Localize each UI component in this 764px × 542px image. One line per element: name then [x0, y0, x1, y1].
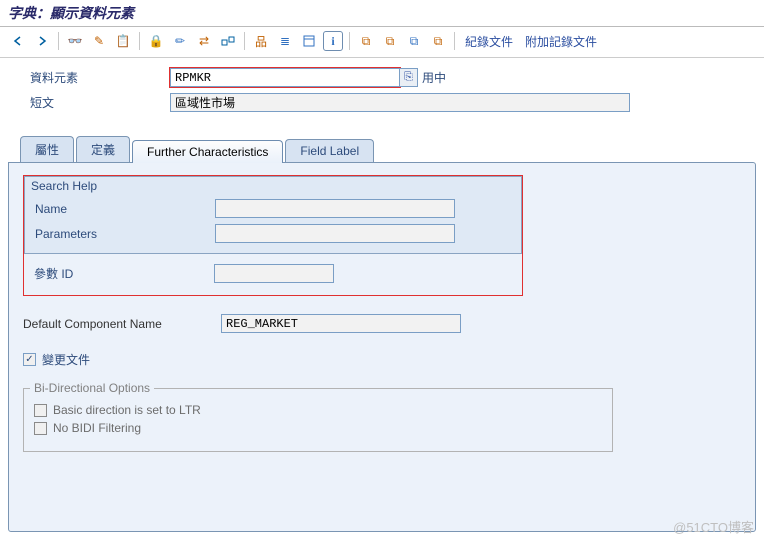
param-id-input[interactable]	[214, 264, 334, 283]
match-icon[interactable]	[218, 31, 238, 51]
forward-icon[interactable]	[32, 31, 52, 51]
short-text-label: 短文	[30, 94, 170, 111]
bidi-title: Bi-Directional Options	[30, 381, 154, 395]
tabstrip: 屬性 定義 Further Characteristics Field Labe…	[0, 122, 764, 162]
log-docs-link[interactable]: 紀錄文件	[461, 33, 517, 50]
separator	[244, 32, 245, 50]
separator	[349, 32, 350, 50]
pencil-icon[interactable]: ✏	[170, 31, 190, 51]
sh-name-label: Name	[35, 202, 215, 216]
stack-icon[interactable]: ≣	[275, 31, 295, 51]
header-form: 資料元素 ⎘ 用中 短文	[0, 58, 764, 122]
sh-param-label: Parameters	[35, 227, 215, 241]
tab-attributes[interactable]: 屬性	[20, 136, 74, 162]
default-comp-input[interactable]	[221, 314, 461, 333]
default-comp-label: Default Component Name	[23, 317, 221, 331]
glasses-icon[interactable]: 👓	[65, 31, 85, 51]
highlight-region: Search Help Name Parameters 參數 ID	[23, 175, 523, 296]
tab-body: Search Help Name Parameters 參數 ID Defaul…	[8, 162, 756, 532]
copy-icon[interactable]: ⧉	[356, 31, 376, 51]
back-icon[interactable]	[8, 31, 28, 51]
tab-definition[interactable]: 定義	[76, 136, 130, 162]
search-help-title: Search Help	[31, 179, 97, 193]
include-icon[interactable]: ⧉	[428, 31, 448, 51]
separator	[58, 32, 59, 50]
paste-icon[interactable]: ⧉	[380, 31, 400, 51]
tab-field-label[interactable]: Field Label	[285, 139, 374, 162]
lock-icon[interactable]: 🔒	[146, 31, 166, 51]
window-title: 字典：顯示資料元素	[0, 0, 764, 27]
bidi-filter-label: No BIDI Filtering	[53, 421, 141, 435]
sh-param-input[interactable]	[215, 224, 455, 243]
search-help-group: Search Help Name Parameters	[24, 176, 522, 254]
change-doc-row: ✓ 變更文件	[23, 351, 741, 368]
wand-icon[interactable]: ✎	[89, 31, 109, 51]
hierarchy-icon[interactable]: 品	[251, 31, 271, 51]
bidi-ltr-checkbox[interactable]	[34, 404, 47, 417]
param-id-row: 參數 ID	[24, 254, 522, 289]
bidi-filter-checkbox[interactable]	[34, 422, 47, 435]
data-element-input[interactable]	[170, 68, 400, 87]
separator	[139, 32, 140, 50]
status-text: 用中	[422, 69, 446, 86]
data-element-label: 資料元素	[30, 69, 170, 86]
info-icon[interactable]: i	[323, 31, 343, 51]
sh-name-input[interactable]	[215, 199, 455, 218]
add-log-docs-link[interactable]: 附加記錄文件	[521, 33, 601, 50]
clipboard-icon[interactable]: 📋	[113, 31, 133, 51]
activate-icon[interactable]: ⇄	[194, 31, 214, 51]
toolbar: 👓 ✎ 📋 🔒 ✏ ⇄ 品 ≣ i ⧉ ⧉ ⧉ ⧉ 紀錄文件 附加記錄文件	[0, 27, 764, 58]
short-text-input[interactable]	[170, 93, 630, 112]
bidi-group: Bi-Directional Options Basic direction i…	[23, 388, 613, 452]
append-icon[interactable]: ⧉	[404, 31, 424, 51]
f4-help-icon[interactable]: ⎘	[400, 68, 418, 87]
change-doc-checkbox[interactable]: ✓	[23, 353, 36, 366]
table-icon[interactable]	[299, 31, 319, 51]
separator	[454, 32, 455, 50]
tab-further-characteristics[interactable]: Further Characteristics	[132, 140, 283, 163]
param-id-label: 參數 ID	[34, 265, 214, 282]
change-doc-label: 變更文件	[42, 351, 90, 368]
watermark: @51CTO博客	[673, 517, 754, 536]
bidi-ltr-label: Basic direction is set to LTR	[53, 403, 201, 417]
